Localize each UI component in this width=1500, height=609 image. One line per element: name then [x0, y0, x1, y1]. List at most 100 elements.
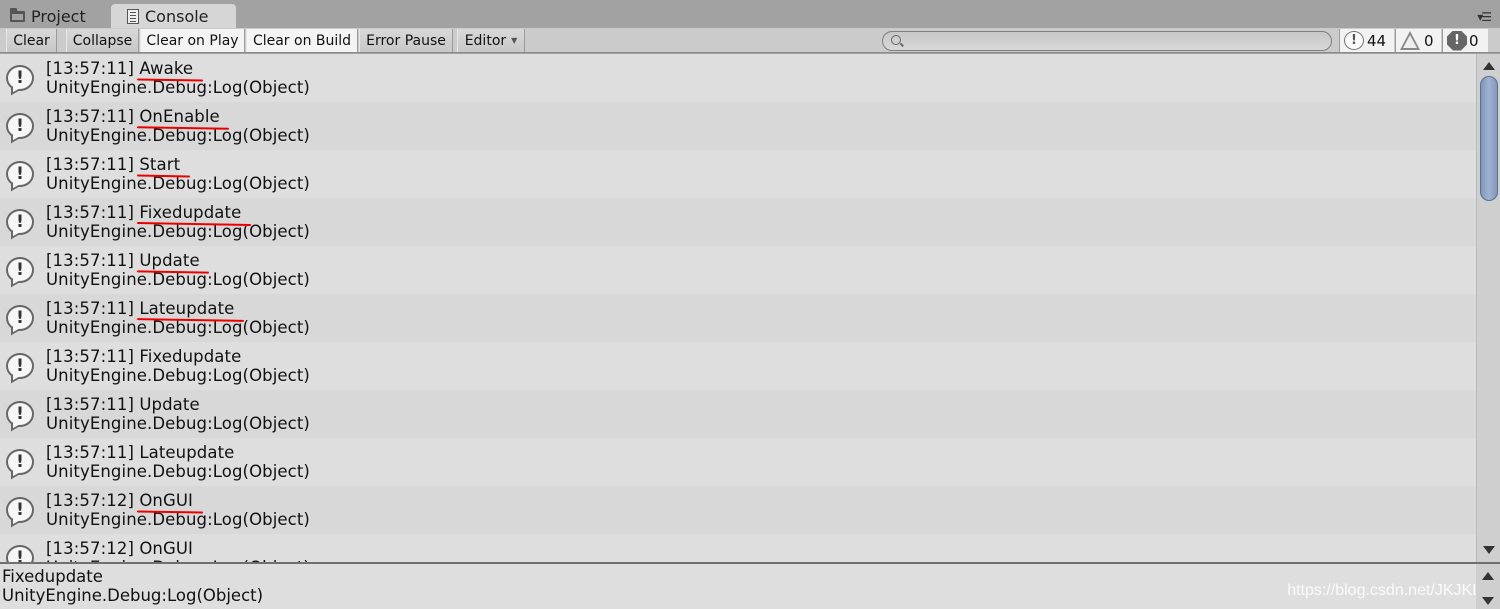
tab-console-label: Console [145, 6, 209, 26]
info-icon: ! [6, 305, 34, 331]
info-icon: ! [6, 449, 34, 475]
log-text: [13:57:11] Awake UnityEngine.Debug:Log(Ob… [46, 59, 310, 97]
tab-project-label: Project [31, 6, 86, 26]
log-trace: UnityEngine.Debug:Log(Object) [46, 414, 310, 433]
folder-icon [10, 7, 25, 22]
scroll-up-icon[interactable] [1483, 62, 1495, 70]
error-count-toggle[interactable]: ! 0 [1442, 29, 1488, 52]
detail-message: Fixedupdate [2, 567, 103, 586]
editor-label: Editor [464, 32, 507, 49]
log-message: Update [139, 395, 200, 414]
log-text: [13:57:12] OnGUIUnityEngine.Debug:Log(Ob… [46, 539, 310, 562]
log-row[interactable]: ! [13:57:11] Fixedupdate UnityEngine.Debug… [0, 198, 1476, 246]
watermark: https://blog.csdn.net/JKJKL1 [1287, 582, 1490, 599]
log-row[interactable]: ! [13:57:11] Awake UnityEngine.Debug:Log(O… [0, 54, 1476, 102]
detail-scroll-down-icon[interactable] [1482, 597, 1494, 605]
log-timestamp: [13:57:11] [46, 251, 134, 270]
log-message: OnGUI [139, 491, 194, 510]
log-timestamp: [13:57:11] [46, 347, 134, 366]
log-timestamp: [13:57:11] [46, 59, 134, 78]
log-timestamp: [13:57:11] [46, 155, 134, 174]
panel-menu-icon[interactable]: ▾☰ [1477, 10, 1492, 24]
clear-button[interactable]: Clear [6, 29, 57, 52]
warning-count: 0 [1424, 31, 1434, 50]
log-timestamp: [13:57:12] [46, 539, 134, 558]
log-text: [13:57:11] Start UnityEngine.Debug:Log(Ob… [46, 155, 310, 193]
tab-console[interactable]: Console [111, 4, 236, 28]
log-row[interactable]: ! [13:57:12] OnGUIUnityEngine.Debug:Log(O… [0, 534, 1476, 562]
log-trace: UnityEngine.Debug:Log(Object) [46, 222, 310, 241]
log-list-scrollbar[interactable] [1476, 54, 1500, 562]
log-header: [13:57:11] Fixedupdate [46, 347, 310, 366]
warning-count-toggle[interactable]: 0 [1395, 29, 1441, 52]
clear-on-build-button[interactable]: Clear on Build [246, 29, 358, 52]
error-count: 0 [1469, 31, 1479, 50]
log-text: [13:57:11] Lateupdate UnityEngine.Debug:L… [46, 443, 310, 481]
log-row[interactable]: ! [13:57:11] Lateupdate UnityEngine.Debug:… [0, 438, 1476, 486]
log-row[interactable]: ! [13:57:11] Lateupdate UnityEngine.Debug:… [0, 294, 1476, 342]
detail-text: Fixedupdate UnityEngine.Debug:Log(Object… [2, 567, 263, 605]
error-icon: ! [1447, 30, 1467, 51]
console-toolbar: Clear Collapse Clear on Play Clear on Bu… [0, 28, 1500, 53]
info-icon: ! [6, 257, 34, 283]
log-row[interactable]: ! [13:57:11] Update UnityEngine.Debug:Log(… [0, 246, 1476, 294]
detail-trace: UnityEngine.Debug:Log(Object) [2, 586, 264, 605]
log-trace: UnityEngine.Debug:Log(Object) [46, 366, 310, 385]
log-row[interactable]: ! [13:57:11] OnEnable UnityEngine.Debug:Lo… [0, 102, 1476, 150]
info-icon: ! [1344, 31, 1364, 50]
tab-bar: Project Console ▾☰ [0, 0, 1500, 28]
info-icon: ! [6, 401, 34, 427]
scroll-down-icon[interactable] [1483, 546, 1495, 554]
log-header: [13:57:11] OnEnable [46, 107, 310, 126]
info-icon: ! [6, 161, 34, 187]
chevron-down-icon: ▼ [511, 36, 518, 45]
console-icon [127, 8, 139, 24]
log-timestamp: [13:57:11] [46, 203, 134, 222]
log-text: [13:57:12] OnGUIUnityEngine.Debug:Log(Ob… [46, 491, 310, 529]
error-pause-label: Error Pause [366, 32, 446, 49]
log-row[interactable]: ! [13:57:12] OnGUIUnityEngine.Debug:Log(O… [0, 486, 1476, 534]
info-icon: ! [6, 113, 34, 139]
editor-dropdown[interactable]: Editor ▼ [457, 29, 525, 52]
log-header: [13:57:11] Awake [46, 59, 310, 78]
clear-on-play-button[interactable]: Clear on Play [140, 29, 245, 52]
info-icon: ! [6, 65, 34, 91]
log-message: Lateupdate [139, 443, 235, 462]
log-text: [13:57:11] Fixedupdate UnityEngine.Debug:… [46, 203, 310, 241]
log-trace: UnityEngine.Debug:Log(Object) [46, 462, 310, 481]
clear-label: Clear [13, 32, 50, 49]
log-header: [13:57:11] Lateupdate [46, 443, 310, 462]
tab-project[interactable]: Project [8, 4, 108, 28]
detail-scroll-up-icon[interactable] [1482, 572, 1494, 580]
log-message: OnEnable [139, 107, 220, 126]
log-count: 44 [1367, 31, 1387, 50]
clear-on-play-label: Clear on Play [146, 32, 239, 49]
log-trace: UnityEngine.Debug:Log(Object) [46, 318, 310, 337]
log-timestamp: [13:57:12] [46, 491, 134, 510]
log-count-toggle[interactable]: ! 44 [1339, 29, 1394, 52]
error-pause-button[interactable]: Error Pause [359, 29, 453, 52]
log-timestamp: [13:57:11] [46, 443, 134, 462]
log-text: [13:57:11] Update UnityEngine.Debug:Log(O… [46, 395, 310, 433]
log-detail-pane: Fixedupdate UnityEngine.Debug:Log(Object… [0, 562, 1500, 609]
log-header: [13:57:11] Update [46, 251, 310, 270]
info-icon: ! [6, 209, 34, 235]
log-header: [13:57:11] Lateupdate [46, 299, 310, 318]
log-header: [13:57:12] OnGUI [46, 491, 310, 510]
log-message: OnGUI [139, 539, 194, 558]
collapse-button[interactable]: Collapse [66, 29, 139, 52]
log-text: [13:57:11] Lateupdate UnityEngine.Debug:L… [46, 299, 310, 337]
log-row[interactable]: ! [13:57:11] Fixedupdate UnityEngine.Debug… [0, 342, 1476, 390]
log-row[interactable]: ! [13:57:11] Update UnityEngine.Debug:Log(… [0, 390, 1476, 438]
log-header: [13:57:11] Start [46, 155, 310, 174]
log-message: Update [139, 251, 200, 270]
warning-icon [1400, 31, 1420, 50]
log-message: Awake [139, 59, 194, 78]
detail-scrollbar[interactable] [1476, 564, 1500, 609]
log-message: Fixedupdate [139, 347, 242, 366]
log-row[interactable]: ! [13:57:11] Start UnityEngine.Debug:Log(O… [0, 150, 1476, 198]
log-message: Fixedupdate [139, 203, 242, 222]
scrollbar-thumb[interactable] [1480, 76, 1498, 202]
search-input[interactable] [882, 31, 1332, 51]
log-message: Start [139, 155, 181, 174]
